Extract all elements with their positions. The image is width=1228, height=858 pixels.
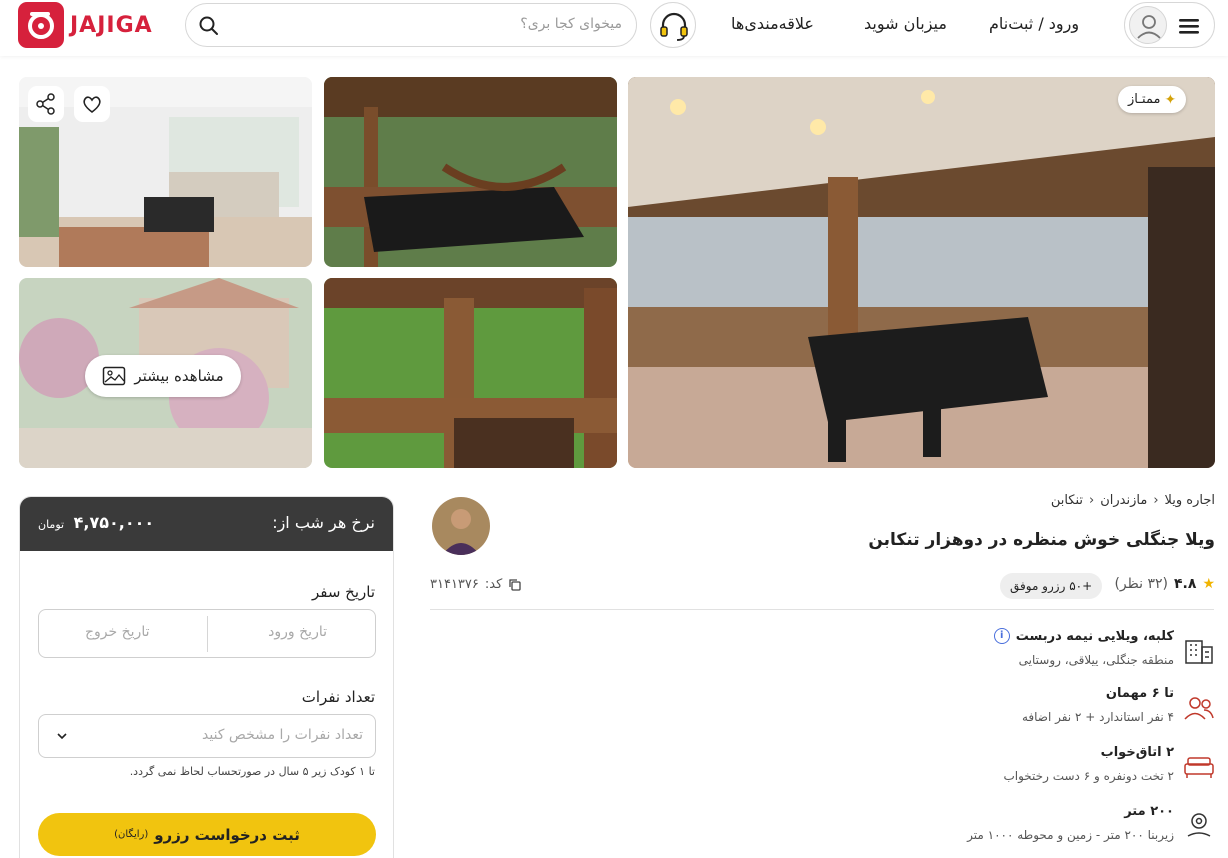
search-icon[interactable] <box>198 15 220 37</box>
share-icon <box>36 93 55 115</box>
breadcrumb-villa-rental[interactable]: اجاره ویلا <box>1165 493 1215 508</box>
share-button[interactable] <box>28 86 64 122</box>
checkout-field[interactable]: تاریخ خروج <box>85 624 149 640</box>
listing-title: ویلا جنگلی خوش منظره در دوهزار تنکابن <box>868 530 1215 550</box>
feature-type: کلبه، ویلایی نیمه دربست i منطقه جنگلی، یی… <box>993 628 1174 667</box>
review-count: (۳۲ نظر) <box>1114 576 1169 592</box>
search-bar[interactable]: میخوای کجا بری؟ <box>185 3 637 47</box>
feature-type-subtitle: منطقه جنگلی، ییلاقی، روستایی <box>1018 653 1174 667</box>
headset-icon <box>660 12 688 41</box>
sparkle-icon: ✦ <box>1164 91 1177 108</box>
section-divider <box>430 609 1214 610</box>
premium-badge-label: ممتـاز <box>1128 92 1161 107</box>
support-button[interactable] <box>650 2 696 48</box>
booking-card-header: نرخ هر شب از: ۴,۷۵۰,۰۰۰ تومان <box>20 497 393 551</box>
breadcrumb-mazandaran[interactable]: مازندران <box>1100 493 1147 508</box>
breadcrumb-tonekabon[interactable]: تنکابن <box>1051 493 1083 508</box>
host-photo-image <box>432 497 490 555</box>
price-value: ۴,۷۵۰,۰۰۰ <box>73 513 155 532</box>
user-avatar-icon <box>1129 6 1167 44</box>
bed-icon <box>1184 757 1214 778</box>
billiard-porch-image <box>324 77 617 267</box>
star-icon: ★ <box>1202 576 1215 592</box>
chevron-left-icon: ‹ <box>1089 493 1095 508</box>
feature-bedrooms: ۲ اتاق‌خواب ۲ تخت دونفره و ۶ دست رختخواب <box>1003 745 1174 783</box>
feature-area-subtitle: زیربنا ۲۰۰ متر - زمین و محوطه ۱۰۰۰ متر <box>967 828 1174 842</box>
nightly-price: ۴,۷۵۰,۰۰۰ تومان <box>38 513 154 532</box>
nav-become-host[interactable]: میزبان شوید <box>864 14 947 33</box>
checkin-field[interactable]: تاریخ ورود <box>268 624 327 640</box>
date-divider <box>207 616 208 652</box>
feature-area-title: ۲۰۰ متر <box>1124 804 1174 819</box>
main-photo[interactable] <box>628 77 1215 468</box>
gallery-photo-2[interactable] <box>324 77 617 267</box>
reserve-label: ثبت درخواست رزرو <box>154 825 300 844</box>
forest-view-porch-image <box>324 278 617 468</box>
feature-guests-title: تا ۶ مهمان <box>1105 686 1174 701</box>
more-photos-label: مشاهده بیشتر <box>134 367 224 385</box>
breadcrumb: اجاره ویلا ‹ مازندران ‹ تنکابن <box>1051 493 1215 508</box>
gallery-photo-4[interactable] <box>324 278 617 468</box>
nav-favorites[interactable]: علاقه‌مندی‌ها <box>731 14 814 33</box>
code-label: کد: <box>484 577 503 592</box>
feature-bedrooms-subtitle: ۲ تخت دونفره و ۶ دست رختخواب <box>1003 769 1174 783</box>
search-placeholder: میخوای کجا بری؟ <box>520 16 622 32</box>
area-icon <box>1187 813 1211 837</box>
travel-date-label: تاریخ سفر <box>311 583 375 601</box>
rating-summary[interactable]: ★ ۴.۸ (۳۲ نظر) <box>1114 576 1215 592</box>
reserve-free-label: (رایگان) <box>114 829 149 840</box>
info-icon[interactable]: i <box>993 628 1010 644</box>
copy-icon <box>509 578 521 591</box>
logo-mark-icon <box>18 2 64 48</box>
guests-placeholder: تعداد نفرات را مشخص کنید <box>202 727 363 743</box>
reserve-button[interactable]: ثبت درخواست رزرو (رایگان) <box>38 813 376 856</box>
code-value: ۳۱۴۱۳۷۶ <box>430 577 479 592</box>
feature-bedrooms-title: ۲ اتاق‌خواب <box>1100 745 1174 760</box>
more-photos-button[interactable]: مشاهده بیشتر <box>85 355 241 397</box>
logo-text: JAJIGA <box>70 12 153 38</box>
heart-icon <box>83 96 101 114</box>
site-header: JAJIGA میخوای کجا بری؟ علاقه‌مندی‌ها میز… <box>0 0 1228 56</box>
feature-area: ۲۰۰ متر زیربنا ۲۰۰ متر - زمین و محوطه ۱۰… <box>967 804 1174 842</box>
users-icon <box>1184 697 1214 720</box>
feature-guests: تا ۶ مهمان ۴ نفر استاندارد + ۲ نفر اضافه <box>1022 686 1174 724</box>
image-icon <box>103 366 126 386</box>
child-policy-note: تا ۱ کودک زیر ۵ سال در صورتحساب لحاظ نمی… <box>129 765 375 778</box>
rating-value: ۴.۸ <box>1174 576 1197 592</box>
building-icon <box>1185 640 1213 664</box>
listing-code[interactable]: کد: ۳۱۴۱۳۷۶ <box>430 577 522 592</box>
feature-type-title: کلبه، ویلایی نیمه دربست <box>1015 628 1174 644</box>
guests-label: تعداد نفرات <box>301 688 375 706</box>
feature-guests-subtitle: ۴ نفر استاندارد + ۲ نفر اضافه <box>1021 710 1174 724</box>
terrace-billiard-image <box>628 77 1215 468</box>
user-menu[interactable] <box>1124 2 1215 48</box>
favorite-button[interactable] <box>74 86 110 122</box>
guests-select[interactable]: تعداد نفرات را مشخص کنید <box>38 714 376 758</box>
logo[interactable]: JAJIGA <box>18 2 153 48</box>
successful-bookings-badge: +۵۰ رزرو موفق <box>1000 573 1103 599</box>
chevron-left-icon: ‹ <box>1153 493 1159 508</box>
host-avatar[interactable] <box>432 497 490 555</box>
chevron-down-icon <box>57 733 67 740</box>
price-currency: تومان <box>38 518 65 531</box>
price-title: نرخ هر شب از: <box>272 513 375 532</box>
booking-card: نرخ هر شب از: ۴,۷۵۰,۰۰۰ تومان تاریخ سفر … <box>19 496 394 858</box>
hamburger-menu-icon <box>1179 19 1199 34</box>
premium-badge: ✦ ممتـاز <box>1118 86 1187 113</box>
nav-login[interactable]: ورود / ثبت‌نام <box>989 14 1079 33</box>
date-range-picker[interactable]: تاریخ ورود تاریخ خروج <box>38 609 376 658</box>
